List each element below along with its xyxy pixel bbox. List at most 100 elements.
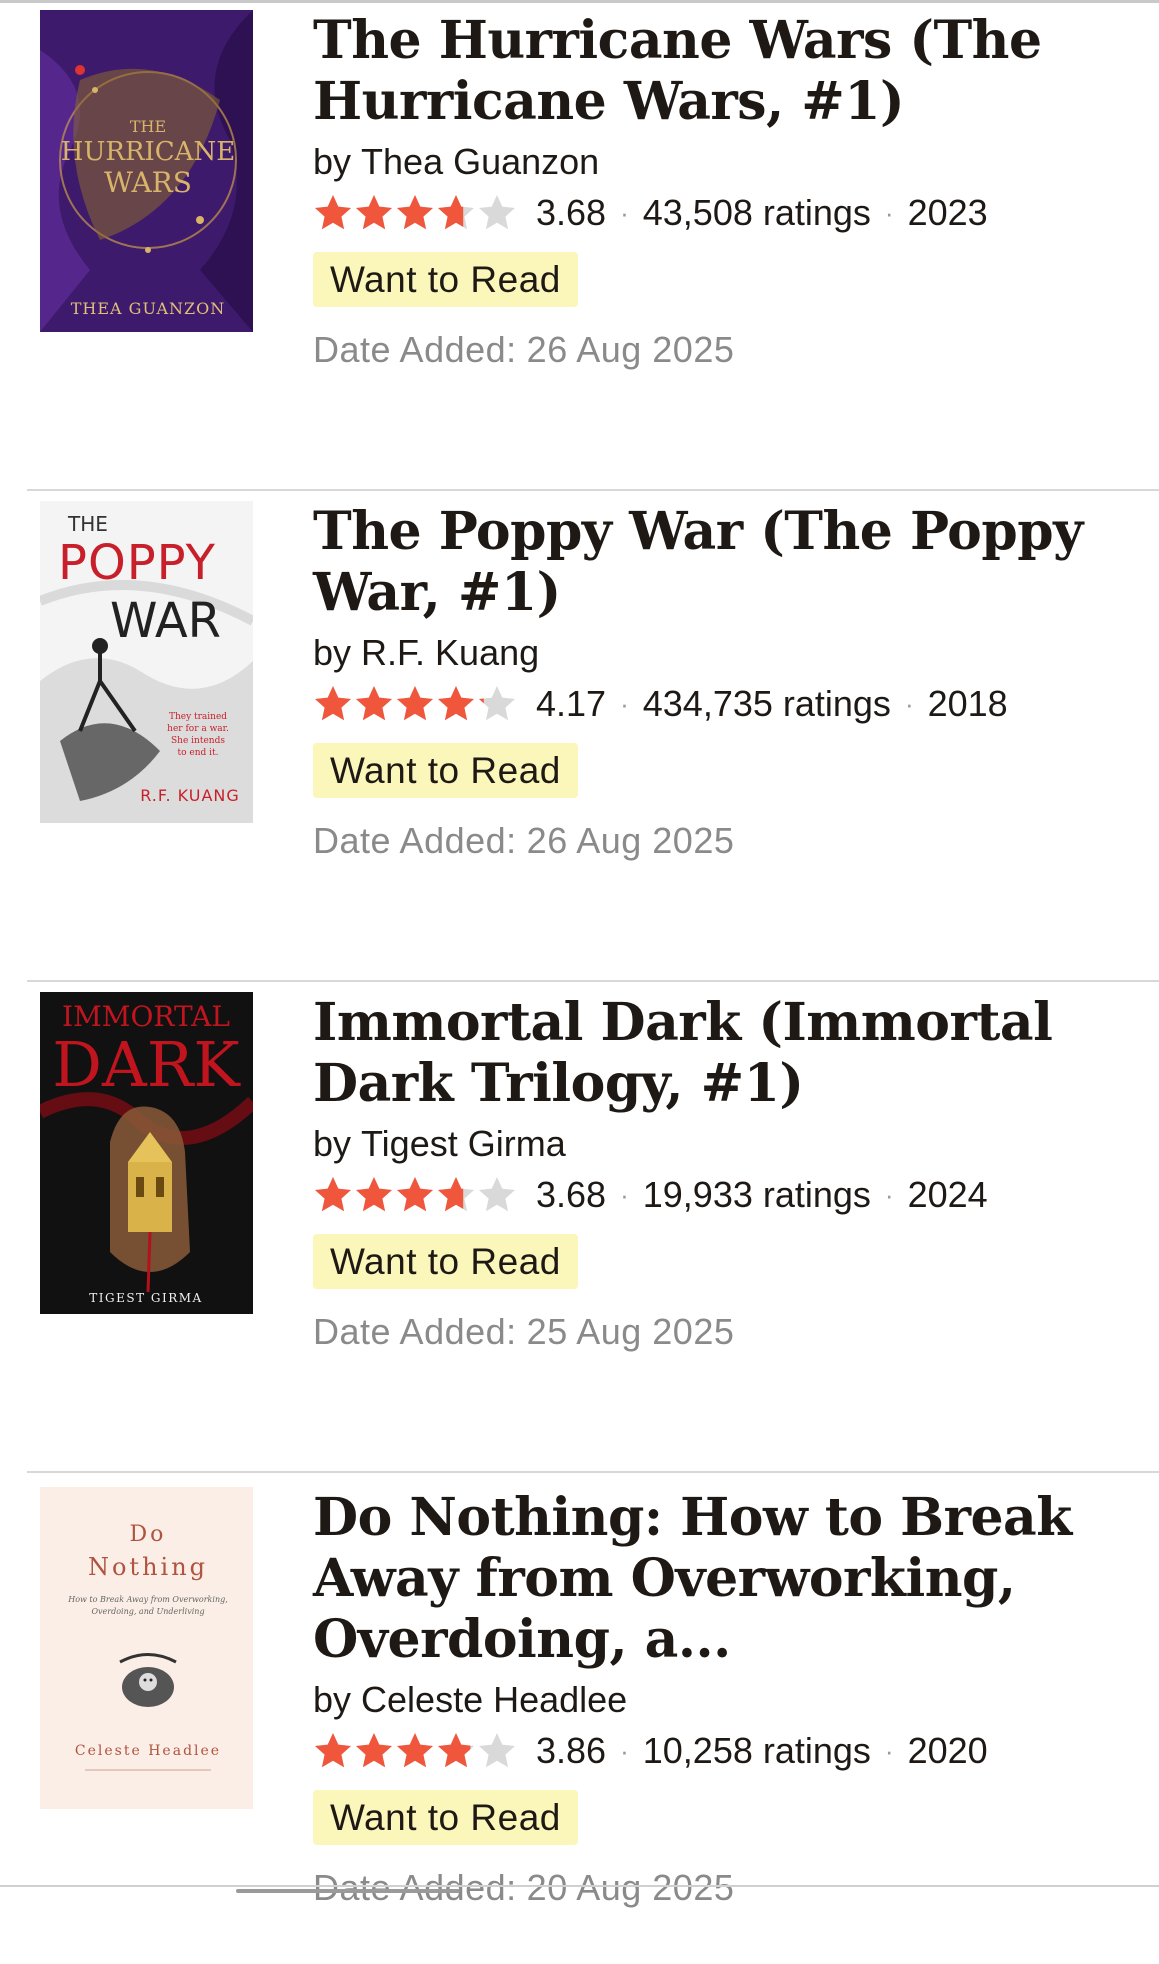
star-icon (479, 195, 515, 230)
svg-text:her for a war.: her for a war. (167, 724, 229, 734)
star-icon (356, 1177, 392, 1212)
book-list-item[interactable]: THE HURRICANE WARS THEA GUANZON The Hurr… (0, 0, 1159, 491)
book-meta: 3.68 · 43,508 ratings · 2023 (313, 186, 1143, 240)
date-added-label: Date Added: (313, 1311, 517, 1352)
book-title[interactable]: The Hurricane Wars (The Hurricane Wars, … (313, 10, 1143, 132)
star-icon (356, 195, 392, 230)
average-rating: 3.68 (536, 192, 607, 233)
book-author-line: by Celeste Headlee (313, 1678, 1143, 1722)
separator-dot: · (620, 688, 629, 719)
separator-dot: · (884, 1735, 894, 1766)
book-meta: 3.86 · 10,258 ratings · 2020 (313, 1724, 1143, 1778)
star-icon (438, 195, 474, 230)
book-author[interactable]: Tigest Girma (361, 1123, 566, 1164)
by-label: by (313, 141, 352, 182)
rating-stars (313, 193, 518, 233)
book-info: Immortal Dark (Immortal Dark Trilogy, #1… (313, 992, 1143, 1353)
star-icon (315, 195, 351, 230)
ratings-count: 10,258 ratings (642, 1730, 871, 1771)
separator-dot: · (884, 197, 894, 228)
svg-text:WARS: WARS (104, 166, 192, 199)
svg-text:Overdoing, and Underliving: Overdoing, and Underliving (91, 1607, 204, 1616)
ratings-count: 434,735 ratings (642, 683, 891, 724)
book-author[interactable]: Celeste Headlee (361, 1679, 627, 1720)
book-cover[interactable]: IMMORTAL DARK TIGEST GIRMA (40, 992, 253, 1314)
star-icon (479, 1177, 515, 1212)
want-to-read-button[interactable]: Want to Read (313, 1790, 578, 1845)
svg-text:THE: THE (130, 117, 166, 136)
book-title[interactable]: The Poppy War (The Poppy War, #1) (313, 501, 1143, 623)
book-meta: 4.17 · 434,735 ratings · 2018 (313, 677, 1143, 731)
average-rating: 4.17 (536, 683, 607, 724)
date-added-value: 25 Aug 2025 (526, 1311, 735, 1352)
date-added: Date Added: 25 Aug 2025 (313, 1311, 1143, 1353)
star-icon (397, 686, 433, 721)
bottom-divider (0, 1885, 1159, 1887)
svg-text:Celeste Headlee: Celeste Headlee (75, 1743, 221, 1759)
publication-year: 2018 (927, 683, 1008, 724)
cover-poppy-war: THE POPPY WAR They trained her for a war… (40, 501, 253, 823)
book-title[interactable]: Do Nothing: How to Break Away from Overw… (313, 1487, 1143, 1670)
book-meta: 3.68 · 19,933 ratings · 2024 (313, 1168, 1143, 1222)
want-to-read-button[interactable]: Want to Read (313, 252, 578, 307)
star-icon (479, 1733, 515, 1768)
svg-text:HURRICANE: HURRICANE (61, 137, 235, 167)
svg-text:She intends: She intends (171, 736, 225, 746)
svg-text:They trained: They trained (169, 712, 227, 722)
book-cover[interactable]: THE POPPY WAR They trained her for a war… (40, 501, 253, 823)
book-author-line: by R.F. Kuang (313, 631, 1143, 675)
star-icon (397, 1177, 433, 1212)
want-to-read-button[interactable]: Want to Read (313, 743, 578, 798)
svg-text:TIGEST GIRMA: TIGEST GIRMA (89, 1291, 202, 1305)
separator-dot: · (884, 1179, 894, 1210)
by-label: by (313, 632, 352, 673)
svg-text:How to Break Away from Overwor: How to Break Away from Overworking, (67, 1595, 228, 1604)
ratings-count: 43,508 ratings (642, 192, 871, 233)
separator-dot: · (620, 1179, 629, 1210)
cover-immortal-dark: IMMORTAL DARK TIGEST GIRMA (40, 992, 253, 1314)
svg-text:to end it.: to end it. (178, 748, 219, 758)
date-added-label: Date Added: (313, 1867, 517, 1908)
rating-stars (313, 1731, 518, 1771)
star-icon (438, 1177, 474, 1212)
star-icon (315, 1177, 351, 1212)
cover-do-nothing: Do Nothing How to Break Away from Overwo… (40, 1487, 253, 1809)
average-rating: 3.86 (536, 1730, 607, 1771)
by-label: by (313, 1123, 352, 1164)
date-added-value: 26 Aug 2025 (526, 329, 735, 370)
book-title[interactable]: Immortal Dark (Immortal Dark Trilogy, #1… (313, 992, 1143, 1114)
publication-year: 2024 (907, 1174, 988, 1215)
date-added-label: Date Added: (313, 820, 517, 861)
svg-text:THE: THE (67, 512, 108, 536)
star-icon (438, 1733, 474, 1768)
star-icon (356, 1733, 392, 1768)
rating-stars (313, 684, 518, 724)
date-added-value: 26 Aug 2025 (526, 820, 735, 861)
book-info: The Poppy War (The Poppy War, #1) by R.F.… (313, 501, 1143, 862)
ratings-count: 19,933 ratings (642, 1174, 871, 1215)
book-author-line: by Thea Guanzon (313, 140, 1143, 184)
want-to-read-button[interactable]: Want to Read (313, 1234, 578, 1289)
book-info: The Hurricane Wars (The Hurricane Wars, … (313, 10, 1143, 371)
svg-text:THEA GUANZON: THEA GUANZON (71, 299, 226, 318)
book-author[interactable]: Thea Guanzon (361, 141, 599, 182)
cover-hurricane-wars: THE HURRICANE WARS THEA GUANZON (40, 10, 253, 332)
book-list-item[interactable]: IMMORTAL DARK TIGEST GIRMA Immortal Dark… (0, 982, 1159, 1473)
date-added: Date Added: 26 Aug 2025 (313, 820, 1143, 862)
book-cover[interactable]: Do Nothing How to Break Away from Overwo… (40, 1487, 253, 1809)
star-icon (356, 686, 392, 721)
date-added-label: Date Added: (313, 329, 517, 370)
svg-text:DARK: DARK (52, 1028, 241, 1101)
book-author[interactable]: R.F. Kuang (361, 632, 539, 673)
book-cover[interactable]: THE HURRICANE WARS THEA GUANZON (40, 10, 253, 332)
star-icon (397, 1733, 433, 1768)
star-icon (438, 686, 474, 721)
date-added: Date Added: 26 Aug 2025 (313, 329, 1143, 371)
date-added: Date Added: 20 Aug 2025 (313, 1867, 1143, 1909)
book-list-item[interactable]: THE POPPY WAR They trained her for a war… (0, 491, 1159, 982)
svg-text:POPPY: POPPY (58, 535, 216, 591)
home-indicator[interactable] (236, 1889, 460, 1893)
svg-text:Nothing: Nothing (88, 1553, 208, 1581)
book-list-item[interactable]: Do Nothing How to Break Away from Overwo… (0, 1473, 1159, 1964)
date-added-value: 20 Aug 2025 (526, 1867, 735, 1908)
